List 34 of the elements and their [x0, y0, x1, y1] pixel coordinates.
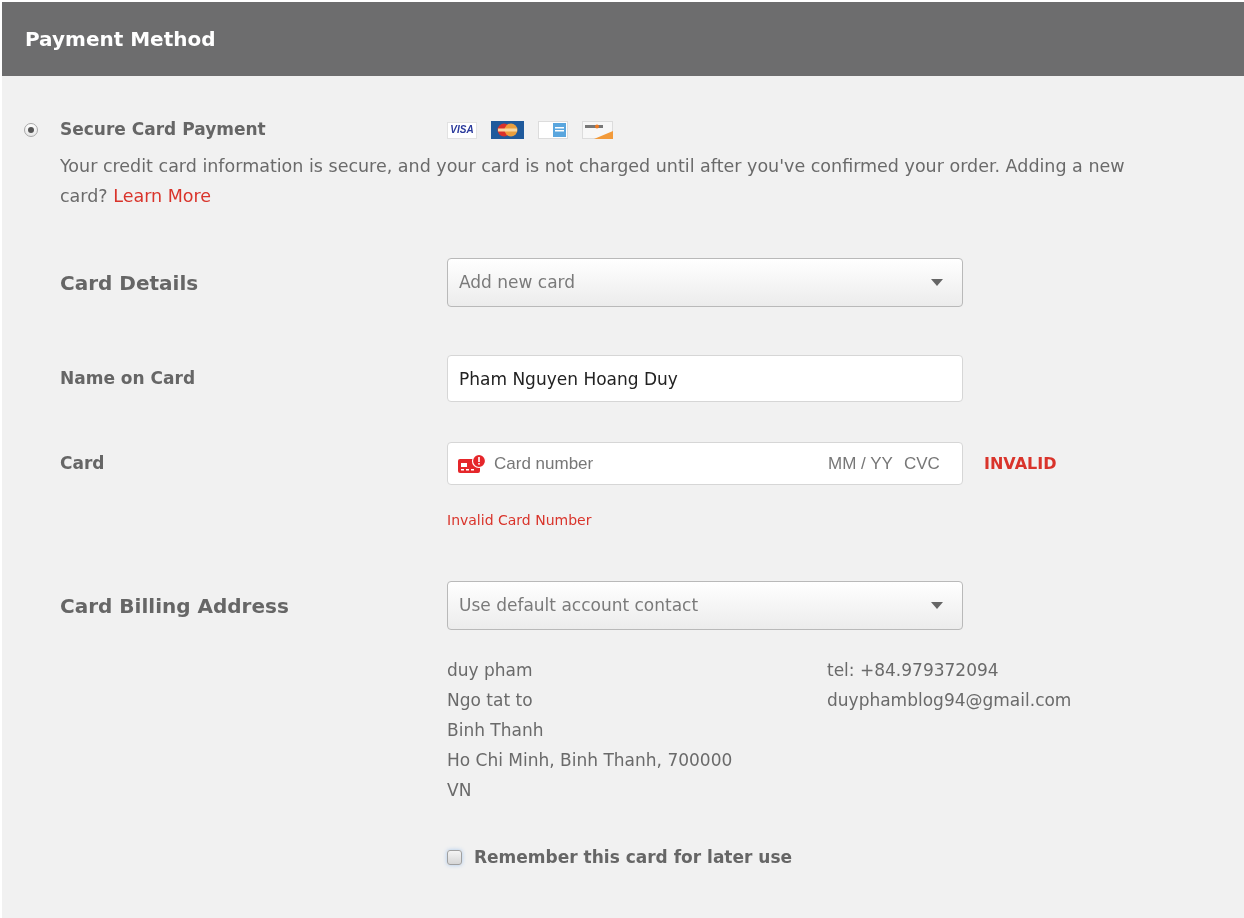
address-line: Ngo tat to [447, 689, 534, 712]
expiry-input[interactable]: MM / YY [828, 450, 896, 477]
discover-card-logo-icon [582, 121, 613, 139]
radio-button[interactable] [24, 123, 38, 137]
caret-icon [931, 279, 943, 286]
remember-checkbox[interactable] [447, 850, 462, 866]
field-label: Name on Card [60, 370, 196, 387]
address-line: Binh Thanh [447, 719, 545, 742]
cvc-input[interactable]: CVC [904, 450, 942, 477]
card-error-icon [458, 453, 486, 474]
contact-line: duyphamblog94@gmail.com [827, 689, 1072, 712]
remember-label[interactable]: Remember this card for later use [474, 845, 793, 871]
payment-option-label[interactable]: Secure Card Payment [60, 117, 447, 143]
contact-line: tel: +84.979372094 [827, 659, 1000, 682]
payment-description: Your credit card information is secure, and your card is not charged until after you've confirmed your order. Adding a new card? Learn More [60, 155, 1126, 208]
dropdown-select[interactable]: Add new card [447, 258, 963, 307]
caret-icon [931, 602, 943, 609]
card-number-input[interactable]: Card number [494, 450, 828, 477]
mastercard-logo-icon [491, 121, 524, 139]
address-line: Ho Chi Minh, Binh Thanh, 700000 [447, 749, 734, 772]
header-title: Payment Method [25, 26, 216, 53]
name-input-field[interactable]: Pham Nguyen Hoang Duy [447, 355, 963, 402]
dropdown-select[interactable]: Use default account contact [447, 581, 963, 630]
card-input-field[interactable]: Card number MM / YY CVC [447, 442, 963, 485]
address-line: duy pham [447, 659, 534, 682]
address-line: VN [447, 779, 473, 802]
error-message: Invalid Card Number [447, 512, 592, 528]
validation-status: INVALID [984, 452, 1057, 475]
amex-card-logo-icon [538, 121, 568, 139]
field-label: Card Details [60, 272, 199, 293]
field-label: Card Billing Address [60, 595, 289, 616]
visa-card-logo: VISA [447, 121, 477, 139]
field-label: Card [60, 455, 105, 472]
learn-more-link[interactable]: Learn More [113, 186, 212, 206]
